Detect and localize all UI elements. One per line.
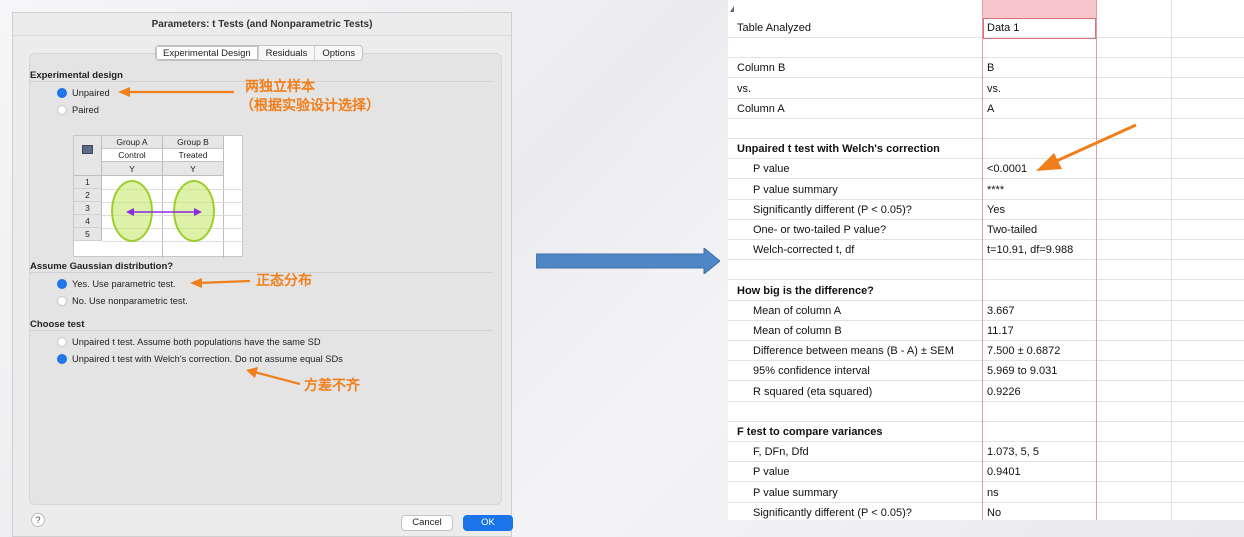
help-button[interactable]: ?: [31, 513, 45, 527]
tab-experimental-design[interactable]: Experimental Design: [156, 46, 259, 60]
result-label: Difference between means (B - A) ± SEM: [753, 345, 954, 358]
result-row[interactable]: Significantly different (P < 0.05)? Yes: [728, 200, 1244, 220]
result-value: 1.073, 5, 5: [987, 446, 1039, 459]
result-label: Column A: [737, 102, 785, 115]
p-value-annotation-arrow: [1036, 123, 1137, 171]
result-label: Significantly different (P < 0.05)?: [753, 506, 912, 519]
result-row[interactable]: P value <0.0001: [728, 159, 1244, 180]
flow-arrow-icon: [536, 248, 720, 274]
result-label: Mean of column B: [753, 325, 842, 337]
result-row[interactable]: P value 0.9401: [728, 462, 1244, 483]
result-value: vs.: [987, 82, 1002, 95]
result-value: A: [987, 102, 995, 115]
result-row[interactable]: [728, 402, 1244, 422]
result-row[interactable]: P value summary ns: [728, 483, 1244, 503]
result-row[interactable]: R squared (eta squared) 0.9226: [728, 382, 1244, 402]
results-sheet: Table Analyzed Data 1 Column B Bvs. vs. Colum…: [728, 0, 1244, 520]
result-value: ns: [987, 486, 999, 499]
tab-strip: Experimental Design Residuals Options: [155, 45, 364, 61]
result-label: vs.: [737, 82, 752, 95]
result-value: ****: [987, 183, 1005, 196]
result-row[interactable]: Significantly different (P < 0.05)? No: [728, 503, 1244, 520]
ok-button[interactable]: OK: [463, 515, 513, 531]
section-heading: Unpaired t test with Welch's correction: [737, 143, 940, 156]
column-divider: [1171, 0, 1172, 520]
result-value: Two-tailed: [987, 224, 1038, 236]
result-row[interactable]: [728, 38, 1244, 59]
annotation-arrows: [118, 87, 301, 386]
result-label: P value: [753, 163, 790, 176]
section-heading: F test to compare variances: [737, 426, 883, 438]
tab-options[interactable]: Options: [315, 46, 362, 60]
result-value: 0.9226: [987, 385, 1021, 398]
result-label: P value: [753, 466, 790, 479]
annotation-variance: 方差不齐: [304, 378, 360, 394]
selected-cell[interactable]: [983, 18, 1096, 39]
result-label: Column B: [737, 62, 786, 75]
result-row[interactable]: F, DFn, Dfd 1.073, 5, 5: [728, 442, 1244, 463]
result-value: t=10.91, df=9.988: [987, 244, 1074, 257]
result-label: F, DFn, Dfd: [753, 446, 809, 459]
result-row[interactable]: Mean of column A 3.667: [728, 301, 1244, 321]
result-value: No: [987, 506, 1002, 519]
section-heading: How big is the difference?: [737, 284, 874, 297]
result-label: P value summary: [753, 486, 838, 499]
result-row[interactable]: [728, 119, 1244, 139]
annotation-unpaired-line2: （根据实验设计选择）: [240, 98, 380, 114]
result-label: 95% confidence interval: [753, 365, 870, 378]
result-value: Yes: [987, 203, 1005, 216]
result-value: 7.500 ± 0.6872: [987, 345, 1061, 358]
result-row[interactable]: Welch-corrected t, df t=10.91, df=9.988: [728, 240, 1244, 261]
selected-column-header[interactable]: [983, 0, 1096, 18]
result-label: Mean of column A: [753, 304, 842, 317]
column-divider: [982, 0, 983, 520]
result-label: Welch-corrected t, df: [753, 244, 855, 257]
annotation-gaussian: 正态分布: [256, 273, 312, 289]
result-row[interactable]: Column B B: [728, 58, 1244, 79]
annotation-unpaired-line1: 两独立样本: [245, 79, 315, 95]
result-row[interactable]: Difference between means (B - A) ± SEM 7.…: [728, 341, 1244, 362]
result-row[interactable]: Mean of column B 11.17: [728, 321, 1244, 341]
result-value: 5.969 to 9.031: [987, 365, 1058, 378]
result-value: 3.667: [987, 304, 1015, 317]
result-row[interactable]: How big is the difference?: [728, 281, 1244, 301]
result-row[interactable]: One- or two-tailed P value? Two-tailed: [728, 220, 1244, 240]
result-label: Significantly different (P < 0.05)?: [753, 203, 912, 216]
result-label: R squared (eta squared): [753, 385, 873, 398]
result-row[interactable]: vs. vs.: [728, 79, 1244, 99]
result-label: P value summary: [753, 183, 838, 196]
result-value: 0.9401: [987, 466, 1021, 479]
result-label: One- or two-tailed P value?: [753, 224, 887, 236]
result-row[interactable]: [728, 260, 1244, 281]
result-row[interactable]: P value summary ****: [728, 180, 1244, 200]
result-row[interactable]: Column A A: [728, 99, 1244, 119]
result-row[interactable]: 95% confidence interval 5.969 to 9.031: [728, 361, 1244, 382]
result-row[interactable]: F test to compare variances: [728, 422, 1244, 442]
sheet-corner-icon: [730, 6, 734, 12]
result-value: B: [987, 62, 995, 75]
result-label: Table Analyzed: [737, 22, 811, 34]
column-divider: [1096, 0, 1097, 520]
result-value: 11.17: [987, 325, 1014, 337]
result-row[interactable]: Unpaired t test with Welch's correction: [728, 139, 1244, 160]
tab-residuals[interactable]: Residuals: [259, 46, 316, 60]
cancel-button[interactable]: Cancel: [401, 515, 453, 531]
